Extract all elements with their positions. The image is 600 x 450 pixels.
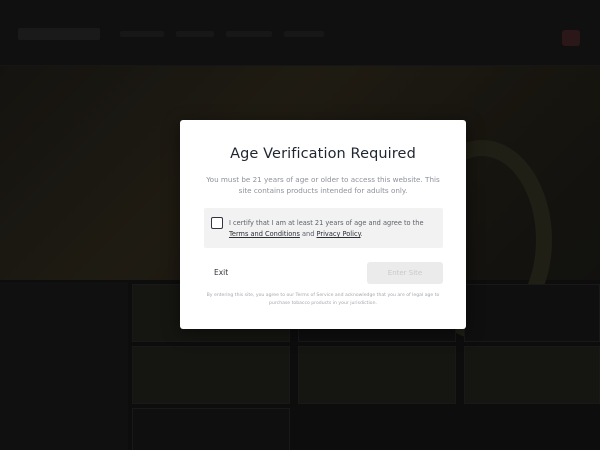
certify-text-end: . xyxy=(360,230,363,238)
exit-button[interactable]: Exit xyxy=(214,262,248,282)
legal-disclaimer: By entering this site, you agree to our … xyxy=(206,293,440,306)
enter-site-button[interactable]: Enter Site xyxy=(367,262,443,284)
privacy-link[interactable]: Privacy Policy xyxy=(317,230,361,238)
certify-section: I certify that I am at least 21 years of… xyxy=(204,208,443,248)
certify-conjunction: and xyxy=(299,230,317,238)
age-verification-modal: Age Verification Required You must be 21… xyxy=(180,120,466,329)
certify-text: I certify that I am at least 21 years of… xyxy=(229,218,435,240)
modal-description: You must be 21 years of age or older to … xyxy=(206,175,440,195)
age-certify-checkbox[interactable] xyxy=(211,217,223,229)
modal-title: Age Verification Required xyxy=(230,146,416,162)
certify-text-start: I certify that I am at least 21 years of… xyxy=(229,219,424,227)
terms-link[interactable]: Terms and Conditions xyxy=(229,230,300,238)
